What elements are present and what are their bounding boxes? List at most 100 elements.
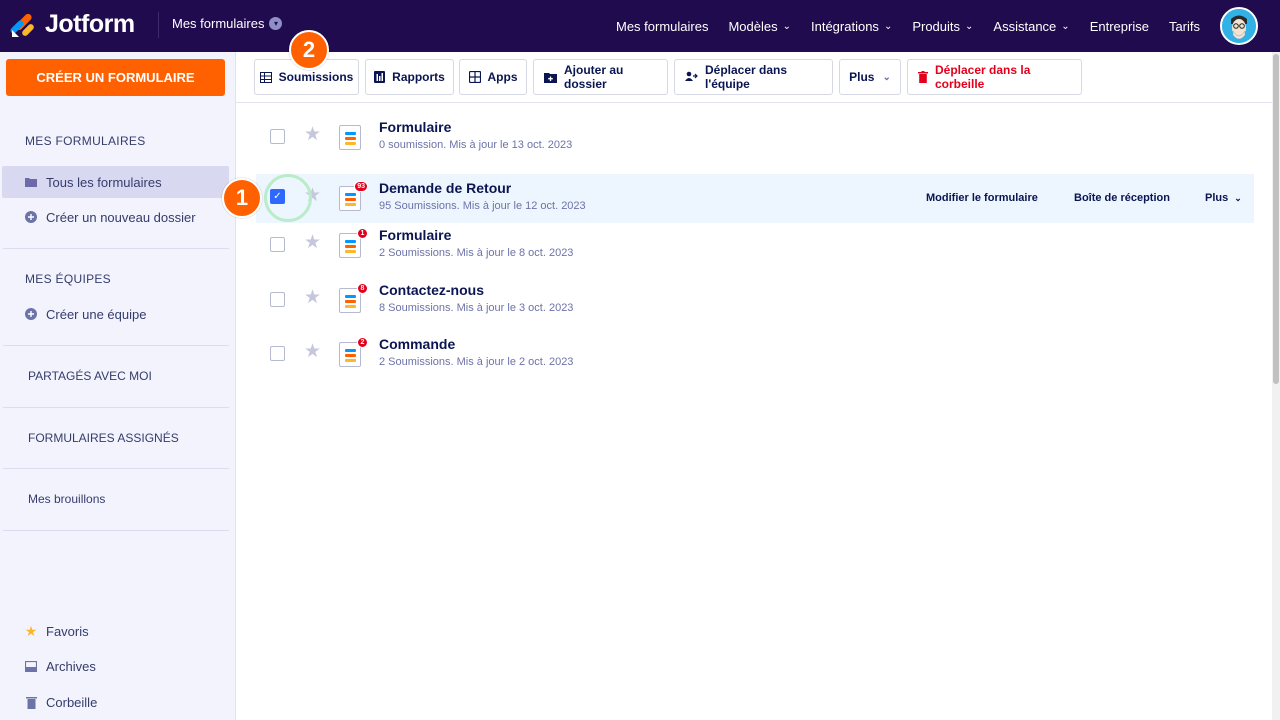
folder-plus-icon (544, 72, 557, 83)
list-item[interactable]: ★ 1 Formulaire 2 Soumissions. Mis à jour… (256, 221, 1254, 270)
sidebar-item-label: Créer une équipe (46, 306, 147, 322)
more-label: Plus (849, 70, 875, 84)
sidebar-item-archives[interactable]: Archives (2, 650, 229, 682)
edit-form-link[interactable]: Modifier le formulaire (926, 192, 1038, 204)
step-marker-2: 2 (289, 30, 329, 70)
plus-circle-icon (25, 308, 37, 320)
apps-label: Apps (487, 70, 518, 84)
form-title[interactable]: Commande (379, 336, 455, 352)
sidebar-item-favorites[interactable]: ★ Favoris (2, 615, 229, 647)
star-icon[interactable]: ★ (304, 125, 321, 144)
list-item[interactable]: ★ 2 Commande 2 Soumissions. Mis à jour l… (256, 330, 1254, 379)
form-icon: 1 (339, 228, 368, 258)
nav-item-label: Produits (912, 18, 961, 34)
sidebar-divider (3, 468, 229, 469)
sidebar-item-label: Archives (46, 658, 96, 674)
nav-item-label: Assistance (993, 18, 1057, 34)
create-form-button[interactable]: CRÉER UN FORMULAIRE (6, 59, 225, 96)
form-title[interactable]: Formulaire (379, 119, 451, 135)
row-more-label: Plus (1205, 192, 1229, 204)
sidebar-item-drafts[interactable]: Mes brouillons (28, 492, 105, 506)
trash-icon (918, 71, 928, 83)
my-forms-dropdown[interactable]: Mes formulaires ▾ (172, 16, 283, 31)
folder-icon (25, 176, 37, 188)
reports-label: Rapports (392, 70, 445, 84)
list-item[interactable]: ★ Formulaire 0 soumission. Mis à jour le… (256, 113, 1254, 162)
sidebar-item-all-forms[interactable]: Tous les formulaires (2, 166, 229, 198)
submission-badge: 2 (357, 337, 368, 348)
chevron-down-icon: ⌄ (883, 20, 893, 32)
star-icon[interactable]: ★ (304, 288, 321, 307)
move-to-team-label: Déplacer dans l'équipe (705, 63, 788, 91)
apps-icon (468, 71, 481, 83)
scrollbar-thumb[interactable] (1273, 54, 1279, 384)
reports-button[interactable]: Rapports (365, 59, 454, 95)
nav-item-4[interactable]: Assistance ⌄ (993, 19, 1069, 34)
reports-icon (374, 71, 386, 83)
row-more-dropdown[interactable]: Plus ⌄ (1205, 192, 1242, 204)
form-title[interactable]: Formulaire (379, 227, 451, 243)
list-item[interactable]: ✓ ★ 93 Demande de Retour 95 Soumissions.… (256, 174, 1254, 223)
nav-item-3[interactable]: Produits ⌄ (912, 19, 973, 34)
nav-item-6[interactable]: Tarifs (1169, 19, 1200, 34)
chevron-down-icon: ▾ (269, 17, 283, 30)
row-checkbox[interactable] (270, 292, 285, 307)
star-icon: ★ (24, 622, 38, 639)
sidebar-item-new-folder[interactable]: Créer un nouveau dossier (2, 201, 229, 233)
chevron-down-icon: ⌄ (882, 71, 891, 83)
user-avatar[interactable] (1220, 7, 1258, 45)
move-to-trash-button[interactable]: Déplacer dans la corbeille (907, 59, 1082, 95)
top-header: Jotform Mes formulaires ▾ Mes formulaire… (0, 0, 1280, 52)
brand-name: Jotform (45, 10, 135, 38)
form-title[interactable]: Contactez-nous (379, 282, 484, 298)
sidebar-item-shared[interactable]: PARTAGÉS AVEC MOI (28, 369, 152, 383)
submission-badge: 1 (357, 228, 368, 239)
nav-item-5[interactable]: Entreprise (1090, 19, 1149, 34)
chevron-down-icon: ⌄ (965, 20, 974, 32)
team-move-icon (685, 71, 698, 83)
my-teams-heading: MES ÉQUIPES (25, 272, 111, 286)
form-title[interactable]: Demande de Retour (379, 180, 511, 196)
row-checkbox[interactable] (270, 346, 285, 361)
sidebar-item-label: Favoris (46, 623, 89, 639)
sidebar-item-label: Corbeille (46, 694, 98, 710)
apps-button[interactable]: Apps (459, 59, 527, 95)
nav-item-label: Intégrations (811, 18, 879, 34)
sidebar-item-label: Tous les formulaires (46, 174, 162, 190)
star-icon[interactable]: ★ (304, 342, 321, 361)
chevron-down-icon: ⌄ (1234, 193, 1242, 203)
sidebar-divider (3, 345, 229, 346)
sidebar-divider (3, 248, 229, 249)
sidebar-divider (3, 407, 229, 408)
sidebar-divider (3, 530, 229, 531)
sidebar: CRÉER UN FORMULAIRE MES FORMULAIRES Tous… (0, 52, 236, 720)
more-dropdown-button[interactable]: Plus ⌄ (839, 59, 901, 95)
sidebar-item-trash[interactable]: Corbeille (2, 686, 229, 718)
add-to-folder-button[interactable]: Ajouter au dossier (533, 59, 668, 95)
move-to-team-button[interactable]: Déplacer dans l'équipe (674, 59, 833, 95)
form-icon: 8 (339, 283, 368, 313)
page-scrollbar[interactable] (1272, 52, 1280, 720)
form-icon (339, 125, 361, 150)
nav-item-1[interactable]: Modèles ⌄ (728, 19, 791, 34)
submissions-label: Soumissions (278, 70, 354, 84)
nav-item-label: Entreprise (1089, 18, 1149, 34)
nav-item-2[interactable]: Intégrations ⌄ (811, 19, 892, 34)
my-forms-heading: MES FORMULAIRES (25, 134, 146, 148)
add-to-folder-label: Ajouter au dossier (564, 63, 624, 91)
plus-circle-icon (25, 211, 37, 223)
sidebar-item-create-team[interactable]: Créer une équipe (2, 298, 229, 330)
sidebar-item-assigned[interactable]: FORMULAIRES ASSIGNÉS (28, 431, 179, 445)
row-checkbox[interactable] (270, 129, 285, 144)
chevron-down-icon: ⌄ (782, 20, 791, 32)
inbox-link[interactable]: Boîte de réception (1074, 192, 1170, 204)
forms-toolbar: Soumissions Rapports Apps Ajouter au dos… (236, 52, 1272, 103)
star-icon[interactable]: ★ (304, 233, 321, 252)
jotform-logo[interactable]: Jotform (10, 10, 135, 39)
row-checkbox[interactable] (270, 237, 285, 252)
header-divider (158, 12, 159, 38)
list-item[interactable]: ★ 8 Contactez-nous 8 Soumissions. Mis à … (256, 276, 1254, 325)
form-meta: 2 Soumissions. Mis à jour le 8 oct. 2023 (379, 247, 574, 259)
nav-item-0[interactable]: Mes formulaires (616, 19, 708, 34)
nav-item-label: Mes formulaires (616, 18, 709, 34)
